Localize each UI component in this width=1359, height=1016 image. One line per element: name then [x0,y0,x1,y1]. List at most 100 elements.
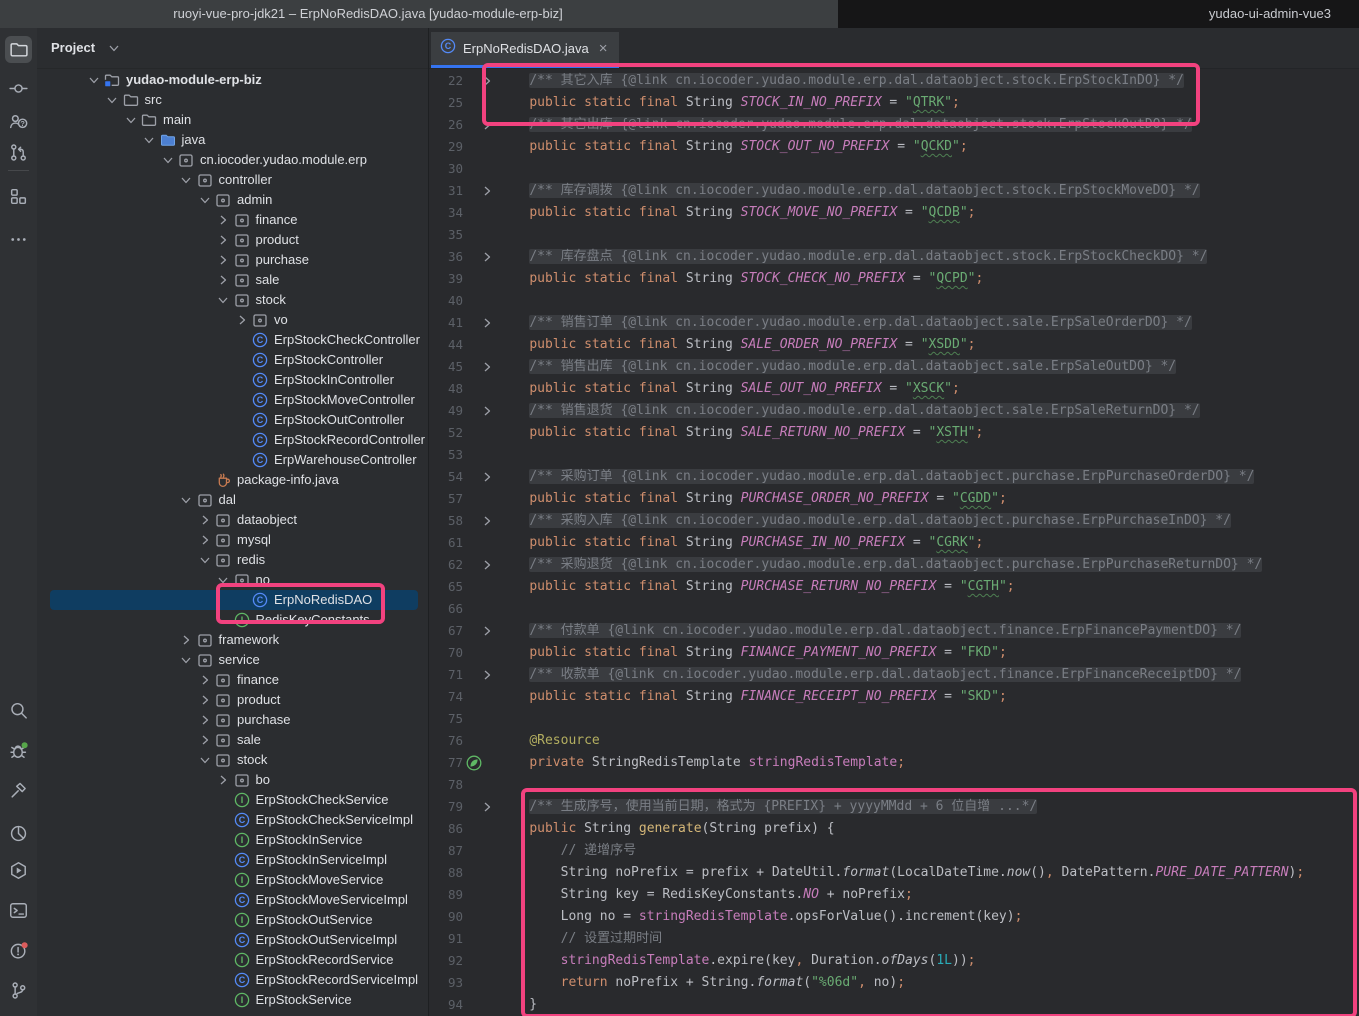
profiler-icon[interactable] [5,820,32,847]
project-header[interactable]: Project [37,28,428,69]
tree-item-product[interactable]: product [37,230,428,250]
tree-item-sale[interactable]: sale [37,730,428,750]
tree-item-erpstockrecordserviceimpl[interactable]: CErpStockRecordServiceImpl [37,970,428,990]
chevron-right-icon[interactable] [214,251,232,269]
structure-icon[interactable] [5,183,32,210]
chevron-down-icon[interactable] [105,39,123,62]
pull-request-icon[interactable] [5,139,32,166]
tree-item-erpstockinservice[interactable]: IErpStockInService [37,830,428,850]
chevron-down-icon[interactable] [159,151,177,169]
users-help-icon[interactable]: ? [5,108,32,135]
fold-chevron-icon[interactable] [478,72,496,90]
tree-item-main[interactable]: main [37,110,428,130]
chevron-down-icon[interactable] [122,111,140,129]
tree-item-erpstockcontroller[interactable]: CErpStockController [37,350,428,370]
code-editor[interactable]: 22 /** 其它入库 {@link cn.iocoder.yudao.modu… [429,68,1359,1016]
chevron-right-icon[interactable] [196,531,214,549]
tree-item-admin[interactable]: admin [37,190,428,210]
tree-item-stock[interactable]: stock [37,290,428,310]
tree-item-erpstockoutserviceimpl[interactable]: CErpStockOutServiceImpl [37,930,428,950]
chevron-down-icon[interactable] [177,171,195,189]
chevron-right-icon[interactable] [214,771,232,789]
tree-item-erpstockmovecontroller[interactable]: CErpStockMoveController [37,390,428,410]
tree-item-erpwarehousecontroller[interactable]: CErpWarehouseController [37,450,428,470]
chevron-down-icon[interactable] [177,491,195,509]
tree-item-mysql[interactable]: mysql [37,530,428,550]
chevron-right-icon[interactable] [196,671,214,689]
chevron-right-icon[interactable] [196,731,214,749]
tree-item-stock[interactable]: stock [37,750,428,770]
tree-item-finance[interactable]: finance [37,670,428,690]
fold-chevron-icon[interactable] [478,798,496,816]
tree-item-redis[interactable]: redis [37,550,428,570]
fold-chevron-icon[interactable] [478,116,496,134]
tree-item-finance[interactable]: finance [37,210,428,230]
tree-item-erpstockinserviceimpl[interactable]: CErpStockInServiceImpl [37,850,428,870]
tree-item-cn-iocoder-yudao-module-erp[interactable]: cn.iocoder.yudao.module.erp [37,150,428,170]
chevron-right-icon[interactable] [177,631,195,649]
chevron-down-icon[interactable] [196,551,214,569]
tree-item-yudao-module-erp-biz[interactable]: yudao-module-erp-biz [37,70,428,90]
tree-item-vo[interactable]: vo [37,310,428,330]
chevron-right-icon[interactable] [233,311,251,329]
tree-item-erpstockmoveservice[interactable]: IErpStockMoveService [37,870,428,890]
fold-chevron-icon[interactable] [478,512,496,530]
tree-item-erpstockcheckservice[interactable]: IErpStockCheckService [37,790,428,810]
tree-item-erpstockrecordcontroller[interactable]: CErpStockRecordController [37,430,428,450]
chevron-down-icon[interactable] [214,571,232,589]
chevron-down-icon[interactable] [177,651,195,669]
services-icon[interactable] [5,857,32,884]
tree-item-no[interactable]: no [37,570,428,590]
chevron-down-icon[interactable] [103,91,121,109]
terminal-icon[interactable] [5,897,32,924]
tree-item-erpstockoutcontroller[interactable]: CErpStockOutController [37,410,428,430]
chevron-right-icon[interactable] [214,271,232,289]
chevron-right-icon[interactable] [214,231,232,249]
fold-chevron-icon[interactable] [478,402,496,420]
chevron-down-icon[interactable] [214,291,232,309]
tree-item-erpstockrecordservice[interactable]: IErpStockRecordService [37,950,428,970]
fold-chevron-icon[interactable] [478,358,496,376]
fold-chevron-icon[interactable] [478,314,496,332]
chevron-down-icon[interactable] [140,131,158,149]
tree-item-framework[interactable]: framework [37,630,428,650]
tree-item-rediskeyconstants[interactable]: IRedisKeyConstants [37,610,428,630]
tree-item-erpstockmoveserviceimpl[interactable]: CErpStockMoveServiceImpl [37,890,428,910]
chevron-down-icon[interactable] [196,191,214,209]
tree-item-java[interactable]: java [37,130,428,150]
tree-item-sale[interactable]: sale [37,270,428,290]
tree-item-product[interactable]: product [37,690,428,710]
commit-icon[interactable] [5,75,32,102]
tree-item-controller[interactable]: controller [37,170,428,190]
build-icon[interactable] [5,777,32,804]
chevron-right-icon[interactable] [196,691,214,709]
tree-item-service[interactable]: service [37,650,428,670]
fold-chevron-icon[interactable] [478,248,496,266]
project-folder-icon[interactable] [5,36,32,63]
tab-erpnoredisdao-java[interactable]: C ErpNoRedisDAO.java × [431,32,619,65]
tree-item-bo[interactable]: bo [37,770,428,790]
tree-item-purchase[interactable]: purchase [37,250,428,270]
tree-item-src[interactable]: src [37,90,428,110]
tree-item-erpstockservice[interactable]: IErpStockService [37,990,428,1010]
fold-chevron-icon[interactable] [478,556,496,574]
git-branch-icon[interactable] [5,977,32,1004]
tree-item-dataobject[interactable]: dataobject [37,510,428,530]
fold-chevron-icon[interactable] [478,468,496,486]
spring-bean-icon[interactable] [465,754,483,772]
tree-item-erpstockoutservice[interactable]: IErpStockOutService [37,910,428,930]
problems-icon[interactable] [5,937,32,964]
tree-item-erpstockcheckcontroller[interactable]: CErpStockCheckController [37,330,428,350]
search-icon[interactable] [5,697,32,724]
tree-item-erpstockincontroller[interactable]: CErpStockInController [37,370,428,390]
chevron-right-icon[interactable] [196,511,214,529]
chevron-right-icon[interactable] [214,211,232,229]
fold-chevron-icon[interactable] [478,622,496,640]
tree-item-erpstockcheckserviceimpl[interactable]: CErpStockCheckServiceImpl [37,810,428,830]
tree-item-package-info-java[interactable]: package-info.java [37,470,428,490]
more-icon[interactable] [5,226,32,253]
tree-item-purchase[interactable]: purchase [37,710,428,730]
tab-close-icon[interactable]: × [599,41,608,56]
tree-item-dal[interactable]: dal [37,490,428,510]
chevron-down-icon[interactable] [196,751,214,769]
